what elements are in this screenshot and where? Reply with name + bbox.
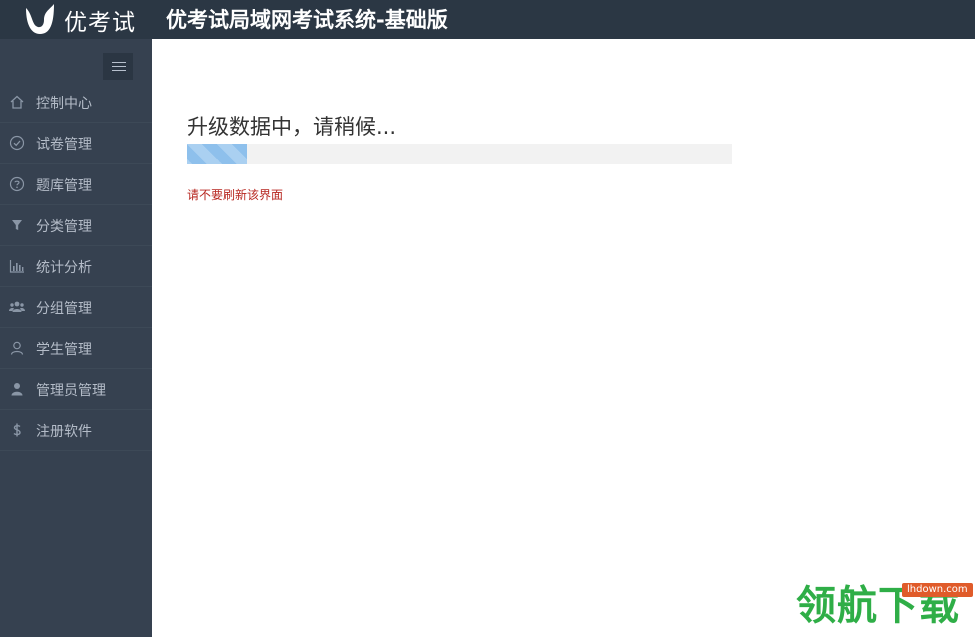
sidebar-item-label: 题库管理 <box>36 178 92 194</box>
sidebar-item-student[interactable]: 学生管理 <box>0 328 152 369</box>
sidebar-item-label: 试卷管理 <box>36 137 92 153</box>
upgrade-progress-bar <box>187 144 732 164</box>
filter-icon <box>12 220 22 230</box>
sidebar-item-paper-management[interactable]: 试卷管理 <box>0 123 152 164</box>
main-content: 升级数据中，请稍候... 请不要刷新该界面 <box>152 39 975 637</box>
menu-line <box>112 70 126 71</box>
sidebar-toggle-button[interactable] <box>103 53 133 80</box>
bar-chart-icon <box>9 260 24 273</box>
users-icon <box>9 301 25 312</box>
sidebar-item-label: 学生管理 <box>36 342 92 358</box>
question-circle-icon <box>9 176 25 192</box>
progress-fill <box>187 144 247 164</box>
watermark-badge: lhdown.com <box>902 583 973 597</box>
dollar-icon <box>13 423 21 437</box>
menu-line <box>112 66 126 67</box>
sidebar-item-category[interactable]: 分类管理 <box>0 205 152 246</box>
sidebar-item-label: 分类管理 <box>36 219 92 235</box>
sidebar-item-label: 管理员管理 <box>36 383 106 399</box>
sidebar-item-label: 统计分析 <box>36 260 92 276</box>
menu-line <box>112 62 126 63</box>
user-outline-icon <box>10 341 24 355</box>
watermark: 领航下载 lhdown.com <box>796 580 975 637</box>
sidebar-item-label: 注册软件 <box>36 424 92 440</box>
home-icon <box>10 95 24 109</box>
loading-title: 升级数据中，请稍候... <box>187 115 397 139</box>
app-title: 优考试局域网考试系统-基础版 <box>166 8 448 32</box>
user-icon <box>11 383 23 396</box>
logo-text: 优考试 <box>64 10 136 36</box>
sidebar-item-label: 分组管理 <box>36 301 92 317</box>
sidebar-item-control-center[interactable]: 控制中心 <box>0 82 152 123</box>
sidebar-item-question-bank[interactable]: 题库管理 <box>0 164 152 205</box>
sidebar-item-group[interactable]: 分组管理 <box>0 287 152 328</box>
sidebar-item-statistics[interactable]: 统计分析 <box>0 246 152 287</box>
sidebar: 控制中心 试卷管理 题库管理 分类管理 统计分析 分组管理 学生管理 管理员管理… <box>0 39 152 637</box>
top-bar: 优考试 优考试局域网考试系统-基础版 <box>0 0 975 39</box>
sidebar-menu: 控制中心 试卷管理 题库管理 分类管理 统计分析 分组管理 学生管理 管理员管理… <box>0 82 152 451</box>
logo-icon <box>26 4 54 34</box>
no-refresh-warning: 请不要刷新该界面 <box>187 188 284 202</box>
sidebar-item-register[interactable]: 注册软件 <box>0 410 152 451</box>
check-circle-icon <box>9 135 25 151</box>
sidebar-item-admin[interactable]: 管理员管理 <box>0 369 152 410</box>
sidebar-item-label: 控制中心 <box>36 96 92 112</box>
